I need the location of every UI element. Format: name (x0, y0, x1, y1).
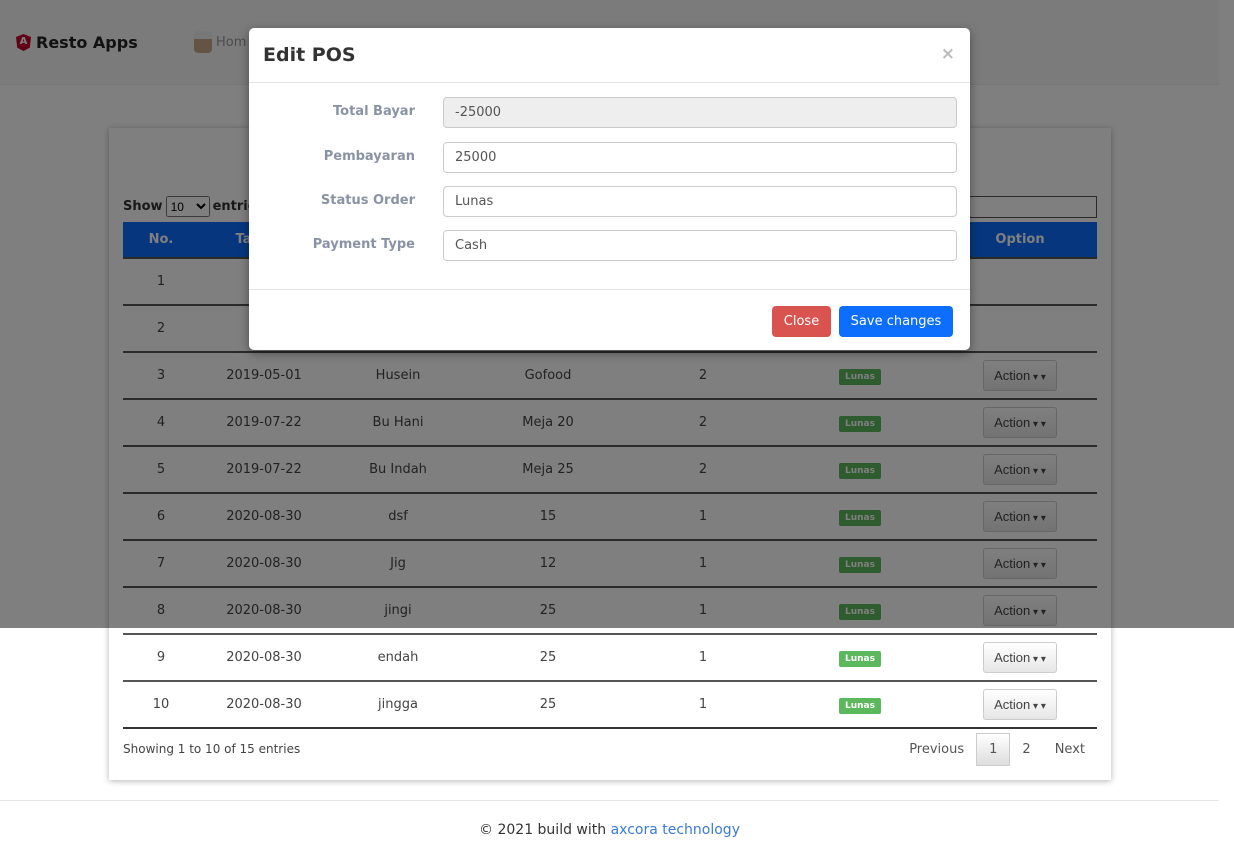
action-dropdown-button[interactable]: Action ▾ ▾ (983, 689, 1057, 720)
payment-type-input[interactable] (443, 230, 957, 261)
pembayaran-input[interactable] (443, 142, 957, 173)
field-total-bayar: Total Bayar (249, 97, 970, 128)
table-info: Showing 1 to 10 of 15 entries (123, 742, 301, 756)
caret-down-icon: ▾ ▾ (1030, 654, 1046, 665)
modal-title: Edit POS (263, 44, 356, 66)
page-1-button[interactable]: 1 (976, 733, 1011, 766)
action-label: Action (994, 650, 1031, 665)
edit-pos-modal: Edit POS × Total Bayar Pembayaran Status… (249, 28, 970, 350)
total-bayar-label: Total Bayar (333, 104, 415, 119)
payment-type-label: Payment Type (312, 237, 415, 252)
field-status-order: Status Order (249, 186, 970, 217)
footer-link[interactable]: axcora technology (611, 822, 740, 838)
table-cell: Action ▾ ▾ (943, 680, 1097, 729)
total-bayar-input[interactable] (443, 97, 957, 128)
status-badge: Lunas (839, 651, 881, 667)
table-cell: jingga (329, 680, 467, 729)
table-cell: Action ▾ ▾ (943, 633, 1097, 681)
save-changes-button[interactable]: Save changes (839, 306, 953, 337)
footer-divider (0, 800, 1219, 801)
action-label: Action (994, 697, 1031, 712)
table-cell: 9 (123, 633, 199, 681)
next-button[interactable]: Next (1043, 734, 1097, 765)
table-cell: 25 (467, 680, 629, 729)
status-order-label: Status Order (320, 193, 415, 208)
footer: © 2021 build with axcora technology (0, 822, 1219, 838)
modal-header: Edit POS × (249, 28, 970, 83)
footer-text: © 2021 build with (479, 822, 611, 838)
status-badge: Lunas (839, 698, 881, 714)
modal-footer-divider (249, 289, 970, 290)
table-row: 10 2020-08-30 jingga 25 1 Lunas Action ▾ ▾ (123, 680, 1097, 729)
table-cell: endah (329, 633, 467, 681)
action-dropdown-button[interactable]: Action ▾ ▾ (983, 642, 1057, 673)
table-cell: 2020-08-30 (199, 680, 329, 729)
page-2-button[interactable]: 2 (1010, 734, 1042, 765)
pagination: Previous 1 2 Next (897, 733, 1097, 766)
pembayaran-label: Pembayaran (323, 149, 415, 164)
table-cell: 2020-08-30 (199, 633, 329, 681)
table-cell: Lunas (777, 680, 943, 729)
field-pembayaran: Pembayaran (249, 142, 970, 173)
table-cell: 1 (629, 680, 777, 729)
table-cell: 25 (467, 633, 629, 681)
close-icon[interactable]: × (941, 44, 955, 64)
close-button[interactable]: Close (772, 306, 831, 337)
table-cell: 10 (123, 680, 199, 729)
table-cell: Lunas (777, 633, 943, 681)
table-cell: 1 (629, 633, 777, 681)
status-order-input[interactable] (443, 186, 957, 217)
caret-down-icon: ▾ ▾ (1030, 701, 1046, 712)
field-payment-type: Payment Type (249, 230, 970, 261)
previous-button[interactable]: Previous (897, 734, 976, 765)
table-row: 9 2020-08-30 endah 25 1 Lunas Action ▾ ▾ (123, 633, 1097, 681)
